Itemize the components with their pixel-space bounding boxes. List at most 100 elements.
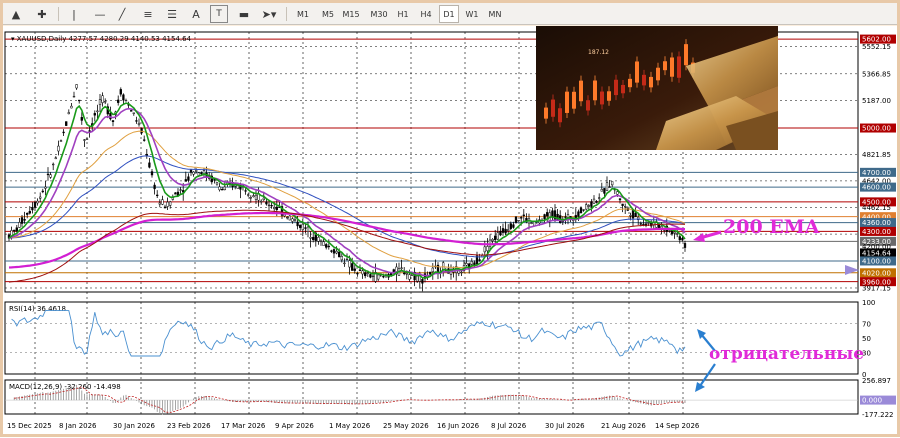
candle-body bbox=[582, 209, 585, 211]
candle-body bbox=[33, 202, 37, 208]
candle-body bbox=[36, 200, 39, 204]
price-label: 3917.15 bbox=[862, 285, 891, 293]
candle-body bbox=[150, 171, 154, 176]
timeframe-h1[interactable]: H1 bbox=[393, 5, 413, 23]
candle-body bbox=[345, 258, 349, 261]
candle-body bbox=[522, 214, 525, 216]
text-tool-icon[interactable]: A bbox=[187, 5, 205, 23]
macd-panel-frame bbox=[4, 379, 859, 415]
candle-body bbox=[608, 186, 611, 188]
photo-candle bbox=[586, 100, 590, 111]
rsi-axis-label: 100 bbox=[862, 299, 875, 307]
candle-body bbox=[465, 263, 468, 266]
timeframe-m5[interactable]: M5 bbox=[318, 5, 338, 23]
candle-body bbox=[579, 207, 583, 214]
arrows-dropdown-icon[interactable]: ➤▾ bbox=[260, 5, 278, 23]
photo-candle bbox=[670, 57, 674, 77]
candle-body bbox=[88, 130, 91, 132]
candle-body bbox=[683, 243, 687, 248]
candle-body bbox=[312, 237, 315, 240]
candle-body bbox=[101, 95, 104, 103]
macd-axis-label: 0.000 bbox=[862, 397, 882, 405]
shapes-icon[interactable]: ▬ bbox=[235, 5, 253, 23]
date-label: 8 Jan 2026 bbox=[59, 422, 97, 430]
photo-candle bbox=[649, 76, 653, 88]
candle-body bbox=[145, 153, 148, 156]
timeframe-h4[interactable]: H4 bbox=[416, 5, 436, 23]
candle-body bbox=[98, 99, 102, 105]
candle-body bbox=[382, 276, 385, 278]
timeframe-w1[interactable]: W1 bbox=[462, 5, 482, 23]
photo-candle bbox=[565, 91, 569, 113]
trendline-icon[interactable]: ╱ bbox=[113, 5, 131, 23]
candle-body bbox=[195, 170, 198, 172]
candle-body bbox=[80, 117, 83, 121]
candle-body bbox=[15, 227, 18, 232]
photo-candle bbox=[579, 80, 583, 102]
candle-body bbox=[431, 267, 434, 272]
candle-body bbox=[668, 230, 671, 232]
fibonacci-icon[interactable]: ☰ bbox=[163, 5, 181, 23]
candle-body bbox=[119, 89, 122, 95]
timeframe-m30[interactable]: M30 bbox=[369, 5, 389, 23]
price-tag: 5000.00 bbox=[862, 125, 891, 133]
candle-body bbox=[639, 223, 642, 225]
candle-body bbox=[221, 189, 224, 191]
date-label: 1 May 2026 bbox=[329, 422, 371, 430]
horizontal-line-icon[interactable]: — bbox=[91, 5, 109, 23]
price-tag: 4300.00 bbox=[862, 228, 891, 236]
candle-body bbox=[244, 190, 247, 192]
candle-body bbox=[460, 271, 463, 274]
candle-body bbox=[143, 139, 146, 141]
candle-body bbox=[44, 186, 47, 189]
candle-body bbox=[262, 197, 265, 201]
candle-body bbox=[41, 190, 44, 193]
candle-body bbox=[551, 210, 554, 217]
candle-body bbox=[371, 275, 375, 278]
price-label: 5366.85 bbox=[862, 70, 891, 78]
candle-body bbox=[132, 112, 135, 114]
candle-body bbox=[673, 231, 676, 234]
rsi-axis-label: 70 bbox=[862, 321, 871, 329]
candle-body bbox=[254, 194, 258, 200]
candle-body bbox=[491, 239, 494, 242]
photo-candle bbox=[551, 99, 555, 117]
candle-body bbox=[247, 194, 250, 196]
price-tag: 4600.00 bbox=[862, 184, 891, 192]
candle-body bbox=[293, 219, 297, 221]
candle-body bbox=[299, 224, 302, 228]
photo-candle bbox=[600, 91, 604, 105]
chart-area[interactable]: ▾ XAUUSD,Daily 4277.57 4280.29 4140.53 4… bbox=[3, 26, 897, 434]
candle-body bbox=[301, 223, 304, 230]
timeframe-m1[interactable]: M1 bbox=[293, 5, 313, 23]
timeframe-d1[interactable]: D1 bbox=[439, 5, 459, 23]
candle-body bbox=[338, 251, 341, 258]
candle-body bbox=[585, 204, 588, 210]
label-tool-icon[interactable]: T bbox=[210, 5, 228, 23]
candle-body bbox=[109, 112, 112, 120]
channel-icon[interactable]: ≡ bbox=[139, 5, 157, 23]
candle-body bbox=[85, 138, 89, 140]
price-label: 5552.15 bbox=[862, 43, 891, 51]
candle-body bbox=[72, 95, 76, 98]
timeframe-m15[interactable]: M15 bbox=[341, 5, 361, 23]
cursor-icon[interactable]: ▲ bbox=[7, 5, 25, 23]
candle-body bbox=[156, 194, 159, 197]
date-label: 23 Feb 2026 bbox=[167, 422, 211, 430]
candle-body bbox=[514, 216, 518, 223]
candle-body bbox=[501, 228, 505, 233]
candle-body bbox=[486, 246, 489, 252]
candle-body bbox=[179, 189, 182, 191]
vertical-line-icon[interactable]: | bbox=[65, 5, 83, 23]
candle-body bbox=[483, 246, 486, 253]
photo-candle bbox=[628, 78, 632, 88]
candle-body bbox=[327, 245, 330, 248]
candle-body bbox=[403, 272, 406, 275]
date-label: 8 Jul 2026 bbox=[491, 422, 527, 430]
candle-body bbox=[49, 174, 52, 178]
candle-body bbox=[494, 235, 497, 240]
crosshair-icon[interactable]: ✚ bbox=[33, 5, 51, 23]
candle-body bbox=[166, 201, 169, 207]
timeframe-mn[interactable]: MN bbox=[485, 5, 505, 23]
candle-body bbox=[18, 222, 21, 228]
